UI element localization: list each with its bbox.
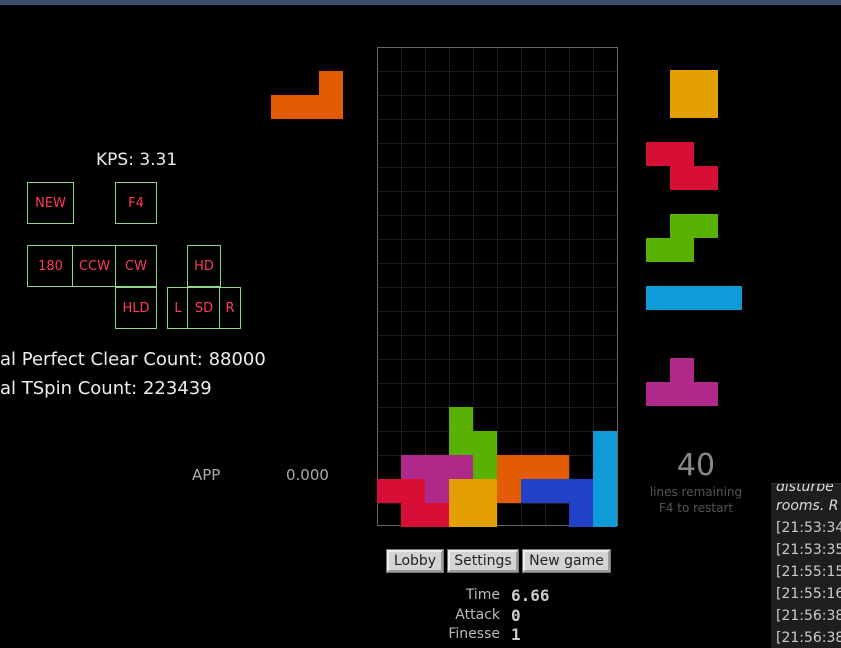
piece-block xyxy=(319,95,343,119)
board-block xyxy=(569,503,593,527)
board-block xyxy=(545,479,569,503)
piece-block xyxy=(694,286,718,310)
board-block xyxy=(401,455,425,479)
chat-line: rooms. R xyxy=(776,498,839,514)
key-sd: SD xyxy=(187,287,221,329)
perfect-clear-count: al Perfect Clear Count: 88000 xyxy=(0,349,266,370)
piece-block xyxy=(670,382,694,406)
lines-remaining-caption: lines remaining F4 to restart xyxy=(638,484,754,516)
board-block xyxy=(593,455,617,479)
attack-value: 0 xyxy=(511,606,521,625)
hold-piece xyxy=(271,71,343,119)
chat-line: disturbe xyxy=(776,483,834,495)
piece-block xyxy=(670,94,694,118)
piece-block xyxy=(670,70,694,94)
lines-remaining-label: lines remaining xyxy=(649,485,743,499)
chat-line: [21:53:34 xyxy=(776,520,841,536)
time-label: Time xyxy=(465,587,500,603)
piece-block xyxy=(646,382,670,406)
piece-block xyxy=(694,70,718,94)
board-block xyxy=(545,455,569,479)
piece-block xyxy=(670,286,694,310)
chat-line: [21:55:15 xyxy=(776,564,841,580)
finesse-value: 1 xyxy=(511,625,521,644)
kps-readout: KPS: 3.31 xyxy=(96,150,178,170)
piece-block xyxy=(319,71,343,95)
chat-panel[interactable]: disturbe rooms. R [21:53:34 [21:53:35 [2… xyxy=(771,483,841,648)
piece-block xyxy=(718,286,742,310)
key-new: NEW xyxy=(27,182,74,224)
piece-block xyxy=(694,382,718,406)
key-hd: HD xyxy=(187,245,221,287)
next-queue xyxy=(646,70,746,410)
key-f4: F4 xyxy=(115,182,157,224)
settings-button[interactable]: Settings xyxy=(447,549,519,573)
key-left: L xyxy=(167,287,189,329)
app-label: APP xyxy=(192,466,221,484)
board-block xyxy=(449,407,473,431)
piece-block xyxy=(670,142,694,166)
board-block xyxy=(593,431,617,455)
piece-block xyxy=(670,214,694,238)
board-block xyxy=(593,503,617,527)
piece-block xyxy=(646,142,670,166)
key-ccw: CCW xyxy=(72,245,117,287)
board-block xyxy=(497,455,521,479)
board-block xyxy=(473,479,497,503)
piece-block xyxy=(670,358,694,382)
key-right: R xyxy=(219,287,241,329)
board-block xyxy=(425,503,449,527)
chat-line: [21:56:38 xyxy=(776,630,841,646)
restart-hint: F4 to restart xyxy=(658,501,734,515)
board-block xyxy=(473,431,497,455)
board-block xyxy=(449,479,473,503)
board-block xyxy=(425,455,449,479)
board-block xyxy=(449,503,473,527)
lines-remaining-count: 40 xyxy=(676,448,716,483)
top-bar xyxy=(0,0,841,5)
piece-block xyxy=(646,238,670,262)
piece-block xyxy=(694,94,718,118)
key-hld: HLD xyxy=(115,287,157,329)
board-block xyxy=(593,479,617,503)
board-block xyxy=(497,479,521,503)
board-block xyxy=(449,455,473,479)
piece-block xyxy=(694,214,718,238)
piece-block xyxy=(670,238,694,262)
board-block xyxy=(569,479,593,503)
new-game-button[interactable]: New game xyxy=(522,549,611,573)
lobby-button[interactable]: Lobby xyxy=(386,549,444,573)
board-block xyxy=(377,479,401,503)
board-block xyxy=(473,455,497,479)
board-block xyxy=(401,503,425,527)
board-block xyxy=(401,479,425,503)
piece-block xyxy=(271,95,295,119)
piece-block xyxy=(295,95,319,119)
game-board[interactable] xyxy=(377,47,618,527)
finesse-label: Finesse xyxy=(448,626,500,642)
attack-label: Attack xyxy=(455,607,500,623)
key-cw: CW xyxy=(115,245,157,287)
board-block xyxy=(521,479,545,503)
chat-line: [21:56:38 xyxy=(776,608,841,624)
board-block xyxy=(473,503,497,527)
chat-line: [21:53:35 xyxy=(776,542,841,558)
tspin-count: al TSpin Count: 223439 xyxy=(0,378,212,399)
time-value: 6.66 xyxy=(511,586,550,605)
piece-block xyxy=(646,286,670,310)
key-180: 180 xyxy=(27,245,74,287)
board-block xyxy=(425,479,449,503)
piece-block xyxy=(694,166,718,190)
chat-line: [21:55:16 xyxy=(776,586,841,602)
board-block xyxy=(521,455,545,479)
piece-block xyxy=(670,166,694,190)
board-block xyxy=(449,431,473,455)
app-value: 0.000 xyxy=(286,466,329,484)
